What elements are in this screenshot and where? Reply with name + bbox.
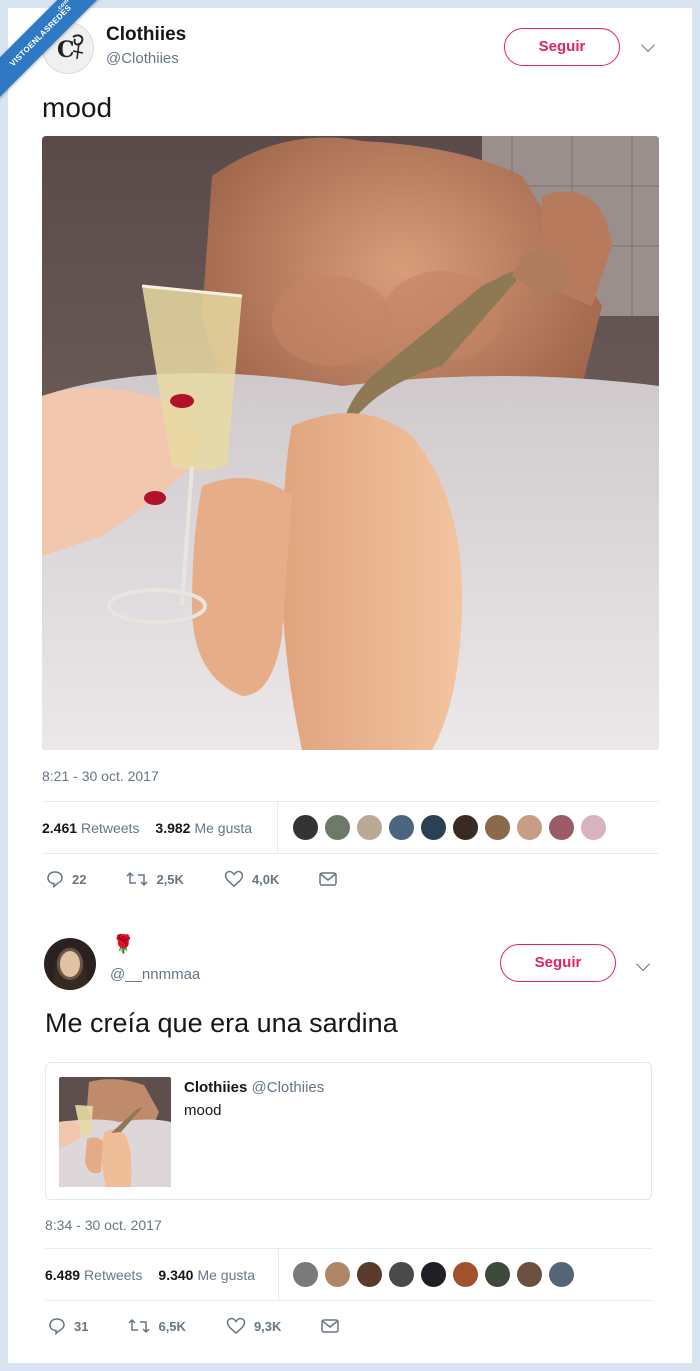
like-label: Me gusta: [197, 1267, 256, 1283]
like-label: Me gusta: [194, 820, 253, 836]
bath-photo-image: [42, 136, 659, 750]
avatar[interactable]: [324, 1261, 351, 1288]
author-name-emoji[interactable]: 🌹: [112, 934, 134, 955]
message-button[interactable]: [321, 1319, 340, 1333]
avatar[interactable]: [484, 1261, 511, 1288]
tweet-stats: 6.489 Retweets 9.340 Me gusta: [45, 1249, 255, 1301]
author-handle[interactable]: @__nnmmaa: [110, 966, 200, 983]
retweet-action-count: 6,5K: [158, 1318, 186, 1334]
bath-photo-thumbnail: [59, 1077, 171, 1187]
reply-button[interactable]: 31: [48, 1317, 88, 1335]
avatar[interactable]: [548, 814, 575, 841]
quoted-author-name: Clothiies: [184, 1079, 248, 1096]
follow-button[interactable]: Seguir: [504, 28, 620, 66]
quoted-tweet-text: mood: [184, 1102, 222, 1119]
retweet-icon: [126, 871, 148, 887]
avatar[interactable]: [388, 814, 415, 841]
liker-avatars: [292, 1261, 575, 1288]
avatar[interactable]: [548, 1261, 575, 1288]
avatar[interactable]: [516, 814, 543, 841]
avatar[interactable]: [484, 814, 511, 841]
like-button[interactable]: 4,0K: [224, 870, 279, 888]
envelope-icon: [319, 872, 338, 886]
divider: [45, 1300, 652, 1301]
like-action-count: 9,3K: [253, 1318, 282, 1334]
avatar[interactable]: [356, 814, 383, 841]
stats-divider: [277, 802, 278, 854]
reply-button[interactable]: 22: [46, 870, 86, 888]
author-name[interactable]: Clothiies: [106, 24, 186, 46]
reply-icon: [47, 871, 63, 888]
tweet-photo[interactable]: [42, 136, 659, 750]
tweet-actions: 31 6,5K 9,3K: [48, 1317, 379, 1335]
quoted-tweet-header: Clothiies @Clothiies: [184, 1079, 324, 1096]
like-count: 9.340: [158, 1267, 194, 1283]
retweet-icon: [128, 1318, 150, 1334]
avatar[interactable]: [356, 1261, 383, 1288]
reply-count: 22: [72, 871, 87, 887]
tweet-text: mood: [42, 92, 113, 123]
profile-photo-image: [44, 938, 96, 990]
tweet-timestamp[interactable]: 8:34 - 30 oct. 2017: [45, 1217, 162, 1233]
envelope-icon: [321, 1319, 340, 1333]
tweet-timestamp[interactable]: 8:21 - 30 oct. 2017: [42, 768, 159, 784]
liker-avatars: [292, 814, 607, 841]
like-button[interactable]: 9,3K: [226, 1317, 281, 1335]
avatar[interactable]: [388, 1261, 415, 1288]
avatar[interactable]: [420, 1261, 447, 1288]
heart-icon: [224, 870, 244, 887]
tweet-stats: 2.461 Retweets 3.982 Me gusta: [42, 802, 252, 854]
quoted-tweet-thumbnail: [59, 1077, 171, 1187]
stats-divider: [278, 1249, 279, 1301]
author-handle[interactable]: @Clothiies: [106, 50, 179, 67]
avatar[interactable]: [292, 814, 319, 841]
follow-button[interactable]: Seguir: [500, 944, 616, 982]
svg-text:C: C: [57, 37, 75, 63]
retweet-label: Retweets: [84, 1267, 143, 1283]
avatar[interactable]: [452, 814, 479, 841]
retweet-button[interactable]: 6,5K: [128, 1318, 186, 1334]
avatar[interactable]: [452, 1261, 479, 1288]
retweet-count: 6.489: [45, 1267, 81, 1283]
avatar[interactable]: [292, 1261, 319, 1288]
chevron-down-icon[interactable]: [640, 37, 656, 53]
chevron-down-icon[interactable]: [635, 956, 651, 972]
retweet-button[interactable]: 2,5K: [126, 871, 184, 887]
retweet-stat[interactable]: 6.489 Retweets: [45, 1267, 142, 1283]
like-stat[interactable]: 9.340 Me gusta: [158, 1267, 255, 1283]
message-button[interactable]: [319, 872, 338, 886]
avatar[interactable]: [324, 814, 351, 841]
like-count: 3.982: [155, 820, 191, 836]
retweet-action-count: 2,5K: [156, 871, 184, 887]
tweet-actions: 22 2,5K 4,0K: [46, 870, 377, 888]
reply-icon: [49, 1318, 65, 1335]
tweet-text: Me creía que era una sardina: [45, 1008, 398, 1038]
retweet-stat[interactable]: 2.461 Retweets: [42, 820, 139, 836]
like-action-count: 4,0K: [251, 871, 280, 887]
quoted-author-handle: @Clothiies: [251, 1079, 325, 1096]
heart-icon: [226, 1317, 246, 1334]
retweet-label: Retweets: [81, 820, 140, 836]
avatar[interactable]: [44, 938, 96, 990]
like-stat[interactable]: 3.982 Me gusta: [155, 820, 252, 836]
divider: [42, 853, 659, 854]
avatar[interactable]: [516, 1261, 543, 1288]
retweet-count: 2.461: [42, 820, 78, 836]
screenshot-frame: C Clothiies @Clothiies Seguir mood 8:21 …: [8, 8, 692, 1363]
avatar[interactable]: [420, 814, 447, 841]
avatar[interactable]: [580, 814, 607, 841]
quoted-tweet[interactable]: Clothiies @Clothiies mood: [45, 1062, 652, 1200]
reply-count: 31: [74, 1318, 89, 1334]
